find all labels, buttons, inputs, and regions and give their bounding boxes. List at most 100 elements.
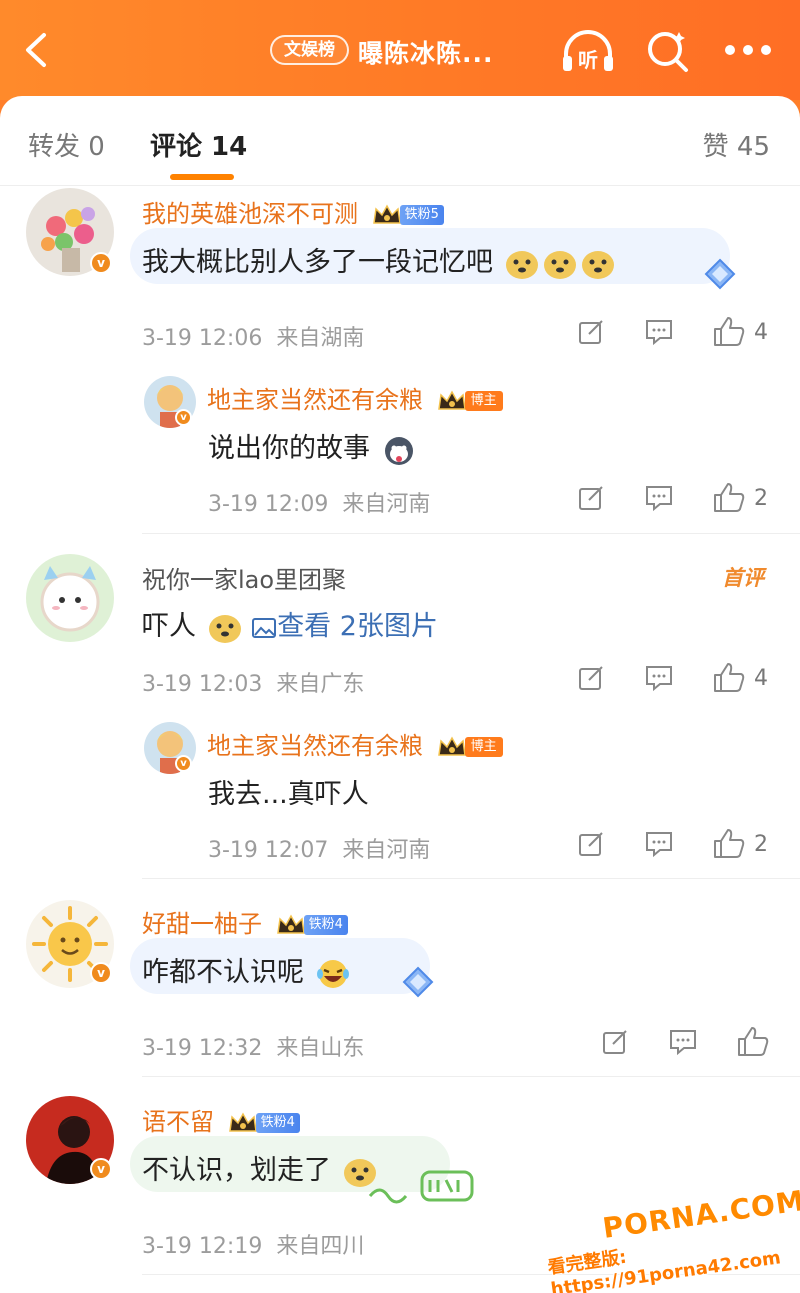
- divider: [142, 533, 800, 534]
- comment-time: 3-19 12:07: [208, 838, 329, 863]
- page-title: 曝陈冰陈...: [358, 39, 494, 68]
- like-icon[interactable]: [712, 315, 746, 347]
- username[interactable]: 好甜一柚子 铁粉4: [142, 904, 348, 939]
- doge-emoji-icon: [543, 250, 576, 279]
- view-images-label[interactable]: 查看 2张图片: [277, 611, 438, 642]
- comment-time: 3-19 12:32: [142, 1036, 263, 1061]
- verified-badge-icon: v: [175, 409, 192, 426]
- comment-text-content: 咋都不认识呢: [142, 957, 304, 988]
- comment-text-content: 说出你的故事: [208, 433, 370, 464]
- comment-meta: 3-19 12:03 来自广东: [142, 666, 364, 698]
- fan-level-badge: 铁粉4: [255, 1113, 300, 1133]
- top-bar: 文娱榜 曝陈冰陈... 听: [0, 0, 800, 100]
- comment-time: 3-19 12:06: [142, 326, 263, 351]
- first-comment-tag: 首评: [722, 566, 764, 590]
- comment-text: 咋都不认识呢: [142, 950, 351, 990]
- username-text[interactable]: 地主家当然还有余粮: [207, 386, 423, 414]
- laughing-emoji-icon: [316, 959, 349, 988]
- comment-text-content: 我去...真吓人: [208, 779, 369, 810]
- search-icon[interactable]: [645, 28, 691, 74]
- crown-icon: [276, 914, 305, 934]
- image-icon: [252, 617, 277, 638]
- share-icon[interactable]: [577, 830, 605, 858]
- active-tab-indicator: [170, 174, 234, 180]
- username[interactable]: 地主家当然还有余粮 博主: [207, 726, 503, 761]
- husky-emoji-icon: [384, 436, 413, 465]
- like-count: 4: [754, 666, 768, 691]
- username-text[interactable]: 语不留: [142, 1108, 214, 1136]
- comment-time: 3-19 12:19: [142, 1234, 263, 1259]
- reply-icon[interactable]: [644, 830, 674, 858]
- share-icon[interactable]: [577, 664, 605, 692]
- comment-location: 来自湖南: [276, 326, 365, 351]
- comment-meta: 3-19 12:06 来自湖南: [142, 320, 364, 352]
- host-badge: 博主: [464, 737, 503, 757]
- more-icon[interactable]: [724, 44, 772, 56]
- username[interactable]: 地主家当然还有余粮 博主: [207, 380, 503, 415]
- like-count: 4: [754, 320, 768, 345]
- username-text[interactable]: 好甜一柚子: [142, 910, 262, 938]
- crown-icon: [437, 390, 466, 410]
- tab-bar: 转发 0 评论 14 赞 45: [0, 96, 800, 186]
- comment-text: 说出你的故事: [208, 426, 417, 466]
- like-icon[interactable]: [712, 827, 746, 859]
- reply-icon[interactable]: [668, 1028, 698, 1056]
- share-icon[interactable]: [577, 484, 605, 512]
- username-text[interactable]: 地主家当然还有余粮: [207, 732, 423, 760]
- username-text[interactable]: 我的英雄池深不可测: [142, 200, 358, 228]
- sticker-decoration-icon: [368, 1170, 474, 1204]
- tab-like[interactable]: 赞 45: [703, 126, 770, 163]
- comment-time: 3-19 12:03: [142, 672, 263, 697]
- tab-comment[interactable]: 评论 14: [150, 126, 247, 163]
- reply-icon[interactable]: [644, 664, 674, 692]
- doge-emoji-icon: [505, 250, 538, 279]
- comment-location: 来自四川: [276, 1234, 365, 1259]
- username-text[interactable]: 祝你一家lao里团聚: [142, 566, 346, 594]
- comment-location: 来自河南: [342, 492, 431, 517]
- reply-icon[interactable]: [644, 484, 674, 512]
- verified-badge-icon: v: [90, 962, 112, 984]
- comment-meta: 3-19 12:32 来自山东: [142, 1030, 364, 1062]
- comment-meta: 3-19 12:19 来自四川: [142, 1228, 364, 1260]
- like-icon[interactable]: [712, 661, 746, 693]
- tab-repost[interactable]: 转发 0: [28, 126, 105, 163]
- diamond-decoration-icon: [402, 966, 434, 998]
- username[interactable]: 语不留 铁粉4: [142, 1102, 300, 1137]
- host-badge: 博主: [464, 391, 503, 411]
- listen-label: 听: [578, 48, 598, 72]
- username[interactable]: 祝你一家lao里团聚: [142, 560, 346, 595]
- back-arrow-icon[interactable]: [22, 32, 52, 68]
- like-count: 2: [754, 486, 768, 511]
- comment-meta: 3-19 12:07 来自河南: [208, 832, 430, 864]
- doge-emoji-icon: [208, 614, 241, 643]
- comment-panel: 转发 0 评论 14 赞 45 v 我的英雄池深不可测 铁粉5 我大概比别人多了…: [0, 96, 800, 1293]
- verified-badge-icon: v: [175, 755, 192, 772]
- like-icon[interactable]: [712, 481, 746, 513]
- comment-text: 不认识，划走了: [142, 1148, 378, 1188]
- divider: [142, 878, 800, 879]
- comment-text: 我大概比别人多了一段记忆吧: [142, 240, 616, 280]
- comment-location: 来自河南: [342, 838, 431, 863]
- comment-meta: 3-19 12:09 来自河南: [208, 486, 430, 518]
- comment-text-content: 我大概比别人多了一段记忆吧: [142, 247, 493, 278]
- avatar[interactable]: [26, 554, 114, 642]
- comment-location: 来自广东: [276, 672, 365, 697]
- share-icon[interactable]: [601, 1028, 629, 1056]
- fan-level-badge: 铁粉5: [399, 205, 444, 225]
- verified-badge-icon: v: [90, 1158, 112, 1180]
- comment-location: 来自山东: [276, 1036, 365, 1061]
- crown-icon: [372, 204, 401, 224]
- comment-time: 3-19 12:09: [208, 492, 329, 517]
- crown-icon: [228, 1112, 257, 1132]
- listen-headphone-icon[interactable]: 听: [560, 30, 616, 74]
- doge-emoji-icon: [581, 250, 614, 279]
- username[interactable]: 我的英雄池深不可测 铁粉5: [142, 194, 444, 229]
- comment-text-content: 不认识，划走了: [142, 1155, 331, 1186]
- reply-icon[interactable]: [644, 318, 674, 346]
- comment-text: 吓人 查看 2张图片: [142, 604, 438, 644]
- share-icon[interactable]: [577, 318, 605, 346]
- like-icon[interactable]: [736, 1025, 770, 1057]
- rank-badge[interactable]: 文娱榜: [270, 35, 349, 65]
- view-images-link[interactable]: 查看 2张图片: [251, 611, 438, 642]
- like-count: 2: [754, 832, 768, 857]
